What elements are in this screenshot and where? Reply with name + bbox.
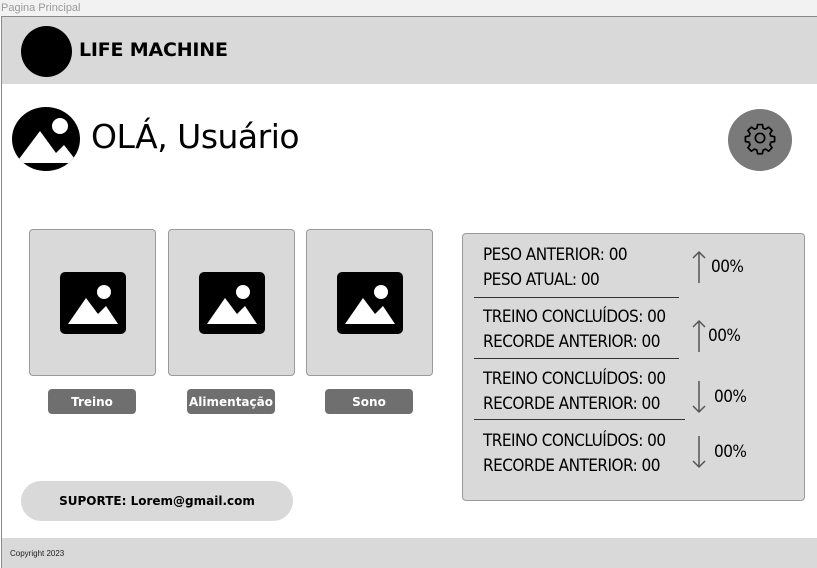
- app-name: LIFE MACHINE: [79, 39, 228, 61]
- logo-icon: [21, 26, 72, 77]
- arrow-down-icon: [692, 436, 706, 469]
- top-bar: LIFE MACHINE: [2, 17, 817, 84]
- arrow-up-icon: [692, 250, 706, 283]
- stat-line: RECORDE ANTERIOR: 00: [483, 456, 660, 476]
- stat-line: RECORDE ANTERIOR: 00: [483, 394, 660, 414]
- image-placeholder-icon: [59, 271, 126, 334]
- card-alimentacao[interactable]: [168, 229, 295, 376]
- greeting-title: OLÁ, Usuário: [91, 117, 300, 156]
- divider: [474, 419, 685, 420]
- percent-change: 00%: [711, 257, 744, 277]
- user-avatar-icon[interactable]: [12, 107, 80, 171]
- stat-line: PESO ANTERIOR: 00: [483, 245, 628, 265]
- settings-button[interactable]: [728, 109, 792, 171]
- stat-line: PESO ATUAL: 00: [483, 270, 600, 290]
- stats-panel: PESO ANTERIOR: 00 PESO ATUAL: 00 00% TRE…: [462, 233, 805, 501]
- image-placeholder-icon: [336, 271, 403, 334]
- arrow-down-icon: [692, 381, 706, 414]
- treino-button[interactable]: Treino: [48, 389, 136, 414]
- stat-block-training: TREINO CONCLUÍDOS: 00 RECORDE ANTERIOR: …: [483, 305, 666, 355]
- stat-line: TREINO CONCLUÍDOS: 00: [483, 431, 666, 451]
- percent-change: 00%: [714, 387, 747, 407]
- footer: Copyright 2023: [2, 538, 817, 568]
- stat-line: TREINO CONCLUÍDOS: 00: [483, 307, 666, 327]
- frame-title: Pagina Principal: [0, 0, 817, 16]
- stat-line: TREINO CONCLUÍDOS: 00: [483, 369, 666, 389]
- alimentacao-button[interactable]: Alimentação: [187, 389, 275, 414]
- stat-block-training: TREINO CONCLUÍDOS: 00 RECORDE ANTERIOR: …: [483, 429, 666, 479]
- percent-change: 00%: [708, 326, 741, 346]
- divider: [474, 297, 679, 298]
- stat-block-training: TREINO CONCLUÍDOS: 00 RECORDE ANTERIOR: …: [483, 367, 666, 417]
- card-sono[interactable]: [306, 229, 433, 376]
- gear-icon: [743, 121, 777, 159]
- stat-block-weight: PESO ANTERIOR: 00 PESO ATUAL: 00: [483, 243, 628, 293]
- divider: [474, 358, 679, 359]
- card-treino[interactable]: [29, 229, 156, 376]
- percent-change: 00%: [714, 442, 747, 462]
- stat-line: RECORDE ANTERIOR: 00: [483, 332, 660, 352]
- arrow-up-icon: [692, 319, 706, 352]
- image-placeholder-icon: [198, 271, 265, 334]
- sono-button[interactable]: Sono: [325, 389, 413, 414]
- main-page: LIFE MACHINE OLÁ, Usuário Treino Aliment…: [1, 16, 817, 568]
- support-contact[interactable]: SUPORTE: Lorem@gmail.com: [21, 481, 293, 521]
- copyright-text: Copyright 2023: [10, 549, 65, 558]
